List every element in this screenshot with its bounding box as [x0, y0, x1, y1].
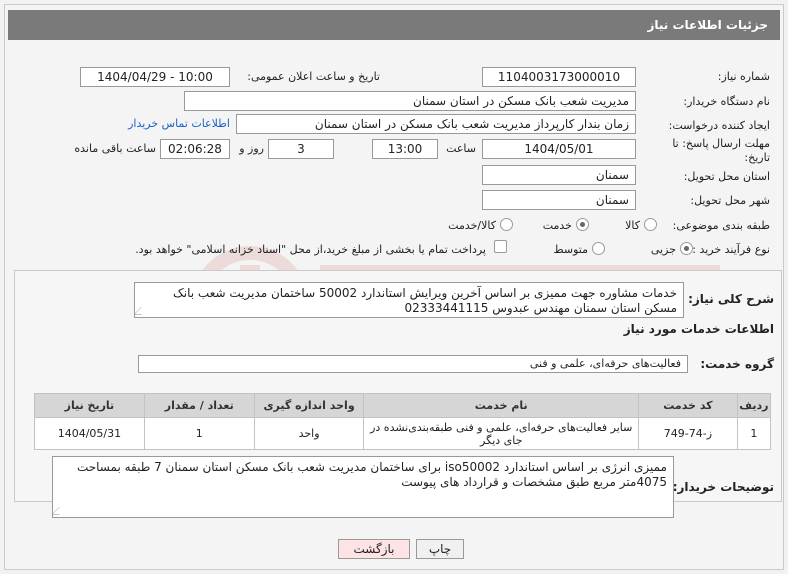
category-option-goods: کالا [625, 219, 640, 232]
deadline-label-line1: مهلت ارسال پاسخ: تا [672, 137, 770, 150]
requester-label: ایجاد کننده درخواست: [668, 119, 770, 132]
cell-need-date: 1404/05/31 [34, 417, 145, 450]
cell-service-code: ز-74-749 [638, 417, 738, 450]
resize-grip-icon [53, 507, 67, 515]
deadline-time-field[interactable]: 13:00 [372, 139, 438, 159]
category-radio-both[interactable] [500, 218, 513, 231]
page-header: جزئیات اطلاعات نیاز [8, 10, 780, 40]
service-group-field[interactable]: فعالیت‌های حرفه‌ای، علمی و فنی [138, 355, 688, 373]
buyer-org-field[interactable]: مدیریت شعب بانک مسکن در استان سمنان [184, 91, 636, 111]
process-radio-minor[interactable] [680, 242, 693, 255]
city-field[interactable]: سمنان [482, 190, 636, 210]
cell-row-number: 1 [736, 417, 772, 450]
remaining-time-label: ساعت باقی مانده [74, 142, 156, 155]
summary-label: شرح کلی نیاز: [688, 292, 774, 306]
treasury-payment-note: پرداخت تمام یا بخشی از مبلغ خرید،از محل … [135, 243, 486, 256]
province-field[interactable]: سمنان [482, 165, 636, 185]
need-number-label: شماره نیاز: [717, 70, 770, 83]
summary-text: خدمات مشاوره جهت ممیزی بر اساس آخرین ویر… [173, 286, 677, 315]
back-button[interactable]: بازگشت [338, 539, 410, 559]
services-section-title: اطلاعات خدمات مورد نیاز [623, 322, 774, 336]
cell-quantity: 1 [143, 417, 255, 450]
category-radio-goods[interactable] [644, 218, 657, 231]
buyer-org-label: نام دستگاه خریدار: [683, 95, 770, 108]
deadline-time-label: ساعت [446, 142, 476, 155]
announce-label: تاریخ و ساعت اعلان عمومی: [247, 70, 380, 83]
remaining-time-field[interactable]: 02:06:28 [160, 139, 230, 159]
deadline-date-field[interactable]: 1404/05/01 [482, 139, 636, 159]
process-radio-medium[interactable] [592, 242, 605, 255]
service-group-label: گروه خدمت: [700, 357, 774, 371]
col-row-number: ردیف [736, 393, 772, 418]
city-label: شهر محل تحویل: [690, 194, 770, 207]
process-option-medium: متوسط [553, 243, 588, 256]
cell-service-name: سایر فعالیت‌های حرفه‌ای، علمی و فنی طبقه… [363, 417, 639, 450]
process-option-minor: جزیی [650, 243, 676, 256]
province-label: استان محل تحویل: [683, 170, 770, 183]
col-quantity: تعداد / مقدار [143, 393, 255, 418]
buyer-notes-textarea[interactable]: ممیزی انرژی بر اساس استاندارد iso50002 ب… [52, 456, 674, 518]
table-header-row: ردیف کد خدمت نام خدمت واحد اندازه گیری ت… [34, 393, 772, 418]
header-title: جزئیات اطلاعات نیاز [647, 18, 768, 32]
deadline-label-line2: تاریخ: [744, 151, 770, 164]
col-unit: واحد اندازه گیری [253, 393, 365, 418]
buyer-notes-text: ممیزی انرژی بر اساس استاندارد iso50002 ب… [76, 460, 667, 489]
buyer-contact-link[interactable]: اطلاعات تماس خریدار [110, 117, 230, 130]
days-label: روز و [239, 142, 264, 155]
need-number-field[interactable]: 1104003173000010 [482, 67, 636, 87]
col-service-code: کد خدمت [638, 393, 738, 418]
print-button[interactable]: چاپ [416, 539, 464, 559]
announce-field[interactable]: 1404/04/29 - 10:00 [80, 67, 230, 87]
summary-textarea[interactable]: خدمات مشاوره جهت ممیزی بر اساس آخرین ویر… [134, 282, 684, 318]
cell-unit: واحد [253, 417, 365, 450]
resize-grip-icon [135, 307, 149, 315]
treasury-payment-checkbox[interactable] [494, 240, 507, 253]
category-label: طبقه بندی موضوعی: [672, 219, 770, 232]
category-option-service: خدمت [542, 219, 572, 232]
col-service-name: نام خدمت [363, 393, 639, 418]
col-need-date: تاریخ نیاز [34, 393, 145, 418]
buyer-notes-label: توضیحات خریدار: [672, 480, 774, 494]
category-radio-service[interactable] [576, 218, 589, 231]
category-option-both: کالا/خدمت [448, 219, 496, 232]
table-row[interactable]: 1 ز-74-749 سایر فعالیت‌های حرفه‌ای، علمی… [34, 417, 772, 450]
remaining-days-field[interactable]: 3 [268, 139, 334, 159]
services-table: ردیف کد خدمت نام خدمت واحد اندازه گیری ت… [34, 393, 772, 450]
requester-field[interactable]: زمان بندار کارپرداز مدیریت شعب بانک مسکن… [236, 114, 636, 134]
